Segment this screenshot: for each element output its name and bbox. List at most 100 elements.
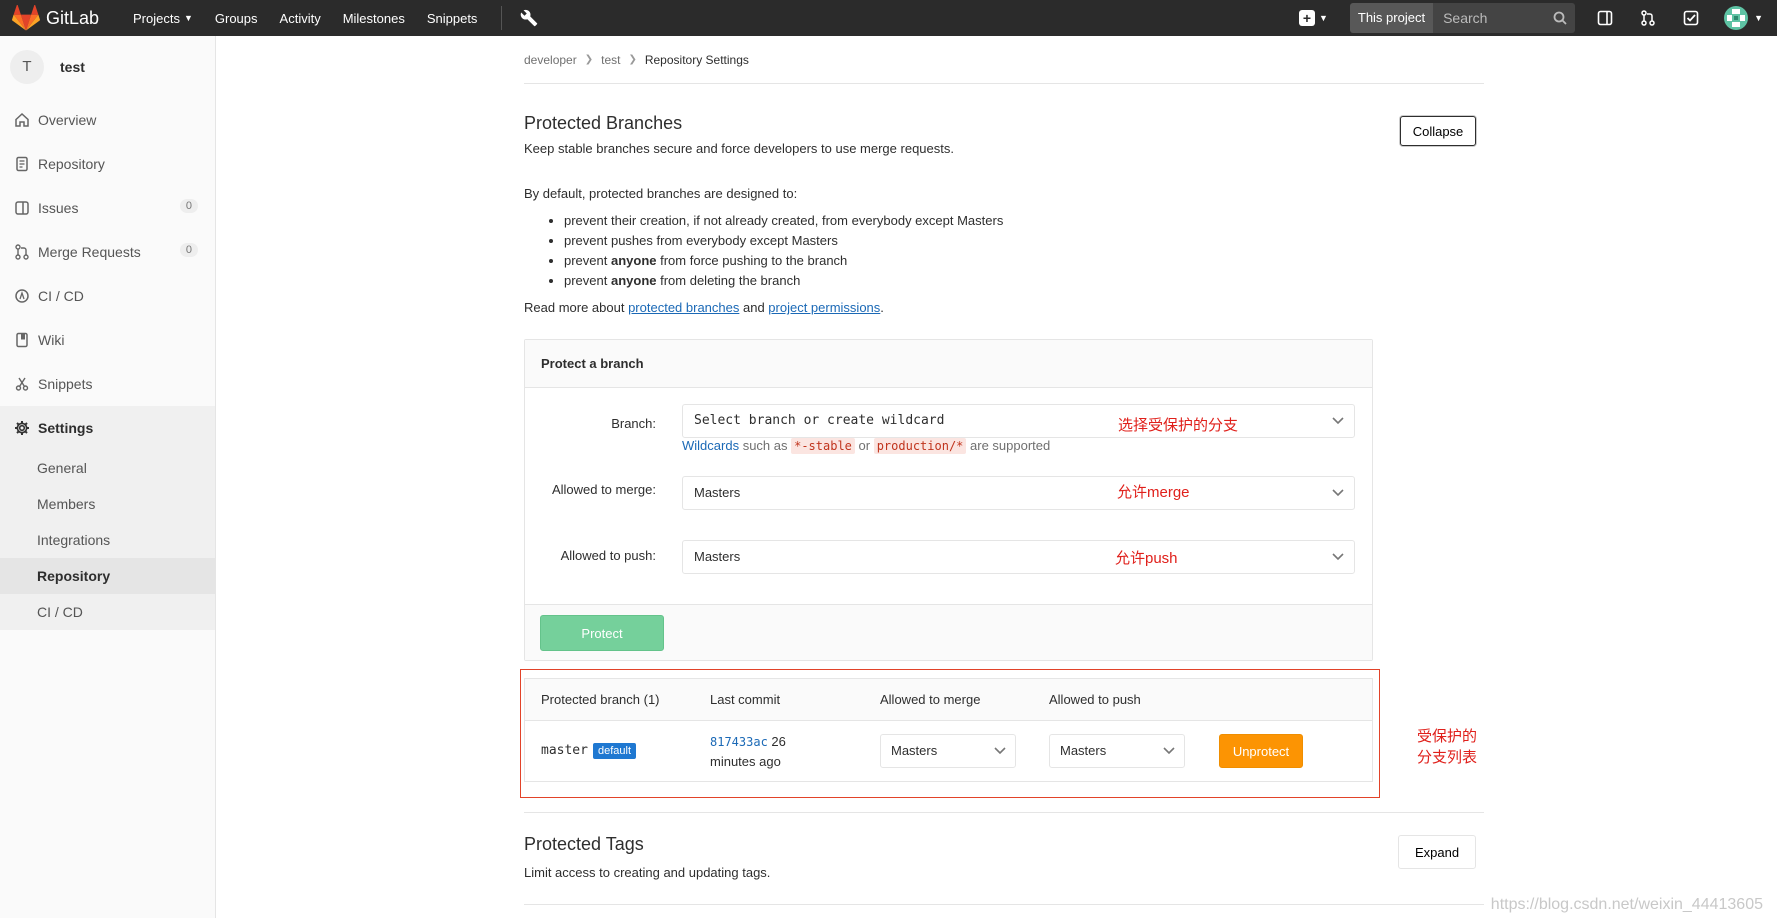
allowed-to-push-select[interactable]: Masters — [682, 540, 1355, 574]
chevron-right-icon: ❯ — [628, 54, 637, 65]
issues-icon — [15, 201, 29, 215]
chevron-down-icon — [1332, 489, 1344, 497]
settings-sub-general[interactable]: General — [0, 450, 215, 486]
breadcrumb-item[interactable]: test — [601, 53, 620, 67]
branch-select[interactable]: Select branch or create wildcard — [682, 404, 1355, 438]
list-item: prevent anyone from deleting the branch — [564, 271, 1484, 291]
collapse-button[interactable]: Collapse — [1400, 116, 1476, 146]
commit-sha-link[interactable]: 817433ac — [710, 735, 768, 749]
wrench-icon[interactable] — [520, 9, 538, 27]
todo-icon[interactable] — [1681, 8, 1701, 28]
sidebar-toggle-icon[interactable] — [1595, 8, 1615, 28]
merge-request-icon — [15, 244, 29, 260]
protected-tags-title: Protected Tags — [524, 834, 644, 854]
branch-cell: master default — [541, 742, 636, 759]
sidebar-item-ci-cd[interactable]: CI / CD — [0, 274, 215, 318]
annotation-merge: 允许merge — [1117, 484, 1190, 501]
sidebar-item-overview[interactable]: Overview — [0, 98, 215, 142]
row-merge-select[interactable]: Masters — [880, 734, 1016, 768]
chevron-down-icon — [1163, 747, 1175, 755]
section-divider — [524, 904, 1484, 905]
table-header: Protected branch (1) Last commit Allowed… — [525, 679, 1372, 721]
protected-branches-link[interactable]: protected branches — [628, 300, 739, 315]
search-scope[interactable]: This project — [1349, 3, 1434, 33]
th-allowed-merge: Allowed to merge — [880, 692, 981, 707]
gitlab-logo[interactable]: GitLab — [12, 5, 117, 31]
chevron-down-icon: ▼ — [183, 13, 193, 23]
user-avatar[interactable] — [1724, 6, 1749, 30]
sidebar-item-wiki[interactable]: Wiki — [0, 318, 215, 362]
merge-request-icon[interactable] — [1638, 8, 1658, 28]
nav-divider — [501, 6, 503, 30]
th-branch: Protected branch (1) — [541, 692, 660, 707]
top-navbar: GitLab Projects ▼ Groups Activity Milesto… — [0, 0, 1777, 36]
sidebar-item-snippets[interactable]: Snippets — [0, 362, 215, 406]
protected-branches-description: Keep stable branches secure and force de… — [524, 141, 954, 156]
th-allowed-push: Allowed to push — [1049, 692, 1141, 707]
home-icon — [15, 112, 29, 127]
nav-snippets[interactable]: Snippets — [427, 11, 478, 26]
allowed-to-merge-select[interactable]: Masters — [682, 476, 1355, 510]
scissors-icon — [15, 377, 29, 391]
chevron-right-icon: ❯ — [584, 54, 594, 65]
book-icon — [16, 332, 28, 348]
chevron-down-icon — [1332, 553, 1344, 561]
wildcards-link[interactable]: Wildcards — [682, 438, 739, 453]
sidebar-item-merge-requests[interactable]: Merge Requests 0 — [0, 230, 215, 274]
annotation-push: 允许push — [1115, 550, 1178, 567]
project-header[interactable]: T test — [0, 36, 215, 98]
doc-icon — [16, 156, 28, 172]
expand-button[interactable]: Expand — [1398, 835, 1476, 869]
rules-list: prevent their creation, if not already c… — [524, 211, 1484, 291]
nav-projects[interactable]: Projects ▼ — [133, 11, 193, 26]
settings-sub-repository[interactable]: Repository — [0, 558, 215, 594]
issues-count-badge: 0 — [179, 199, 198, 213]
sidebar-item-settings[interactable]: Settings — [0, 406, 215, 450]
table-row: master default 817433ac 26 minutes ago Ma… — [525, 721, 1372, 781]
list-item: prevent their creation, if not already c… — [564, 211, 1484, 231]
protected-tags-description: Limit access to creating and updating ta… — [524, 865, 771, 880]
protect-button[interactable]: Protect — [540, 615, 664, 651]
read-more: Read more about protected branches and p… — [524, 300, 884, 315]
chevron-down-icon — [994, 747, 1006, 755]
new-dropdown-button[interactable]: + ▼ — [1298, 10, 1328, 26]
protected-branches-title: Protected Branches — [524, 113, 683, 133]
settings-sub-integrations[interactable]: Integrations — [0, 522, 215, 558]
default-intro: By default, protected branches are desig… — [524, 186, 798, 201]
annotation-list: 受保护的分支列表 — [1417, 728, 1478, 766]
list-item: prevent anyone from force pushing to the… — [564, 251, 1484, 271]
gear-icon — [15, 421, 29, 435]
push-row: Allowed to push: Masters — [525, 534, 1372, 594]
settings-sub-ci-cd[interactable]: CI / CD — [0, 594, 215, 630]
nav-milestones[interactable]: Milestones — [343, 11, 405, 26]
breadcrumb-current[interactable]: Repository Settings — [645, 53, 749, 67]
breadcrumb: developer ❯ test ❯ Repository Settings — [524, 36, 1484, 84]
chevron-down-icon — [1332, 417, 1344, 425]
section-divider — [524, 812, 1484, 813]
protect-branch-panel: Protect a branch Branch: Select branch o… — [524, 339, 1373, 661]
panel-footer: Protect — [525, 604, 1372, 660]
annotation-branch: 选择受保护的分支 — [1118, 417, 1239, 434]
project-permissions-link[interactable]: project permissions — [768, 300, 880, 315]
panel-heading: Protect a branch — [525, 340, 1372, 388]
wildcards-help: Wildcards such as *-stable or production… — [682, 438, 1051, 454]
nav-activity[interactable]: Activity — [280, 11, 321, 26]
chevron-down-icon: ▼ — [1318, 13, 1328, 23]
branch-row: Branch: Select branch or create wildcard… — [525, 388, 1372, 468]
project-name: test — [60, 59, 85, 75]
sidebar-item-issues[interactable]: Issues 0 — [0, 186, 215, 230]
unprotect-button[interactable]: Unprotect — [1219, 734, 1303, 768]
brand-name: GitLab — [46, 7, 100, 28]
settings-sub-members[interactable]: Members — [0, 486, 215, 522]
breadcrumb-item[interactable]: developer — [524, 53, 577, 67]
settings-group: Settings General Members Integrations Re… — [0, 406, 215, 630]
rocket-icon — [15, 289, 29, 303]
row-push-select[interactable]: Masters — [1049, 734, 1185, 768]
merge-requests-count-badge: 0 — [179, 243, 198, 257]
tanuki-icon — [12, 5, 40, 31]
chevron-down-icon[interactable]: ▼ — [1754, 13, 1763, 23]
project-avatar: T — [10, 50, 44, 84]
search-input[interactable]: Search — [1433, 3, 1576, 33]
nav-groups[interactable]: Groups — [215, 11, 258, 26]
sidebar-item-repository[interactable]: Repository — [0, 142, 215, 186]
